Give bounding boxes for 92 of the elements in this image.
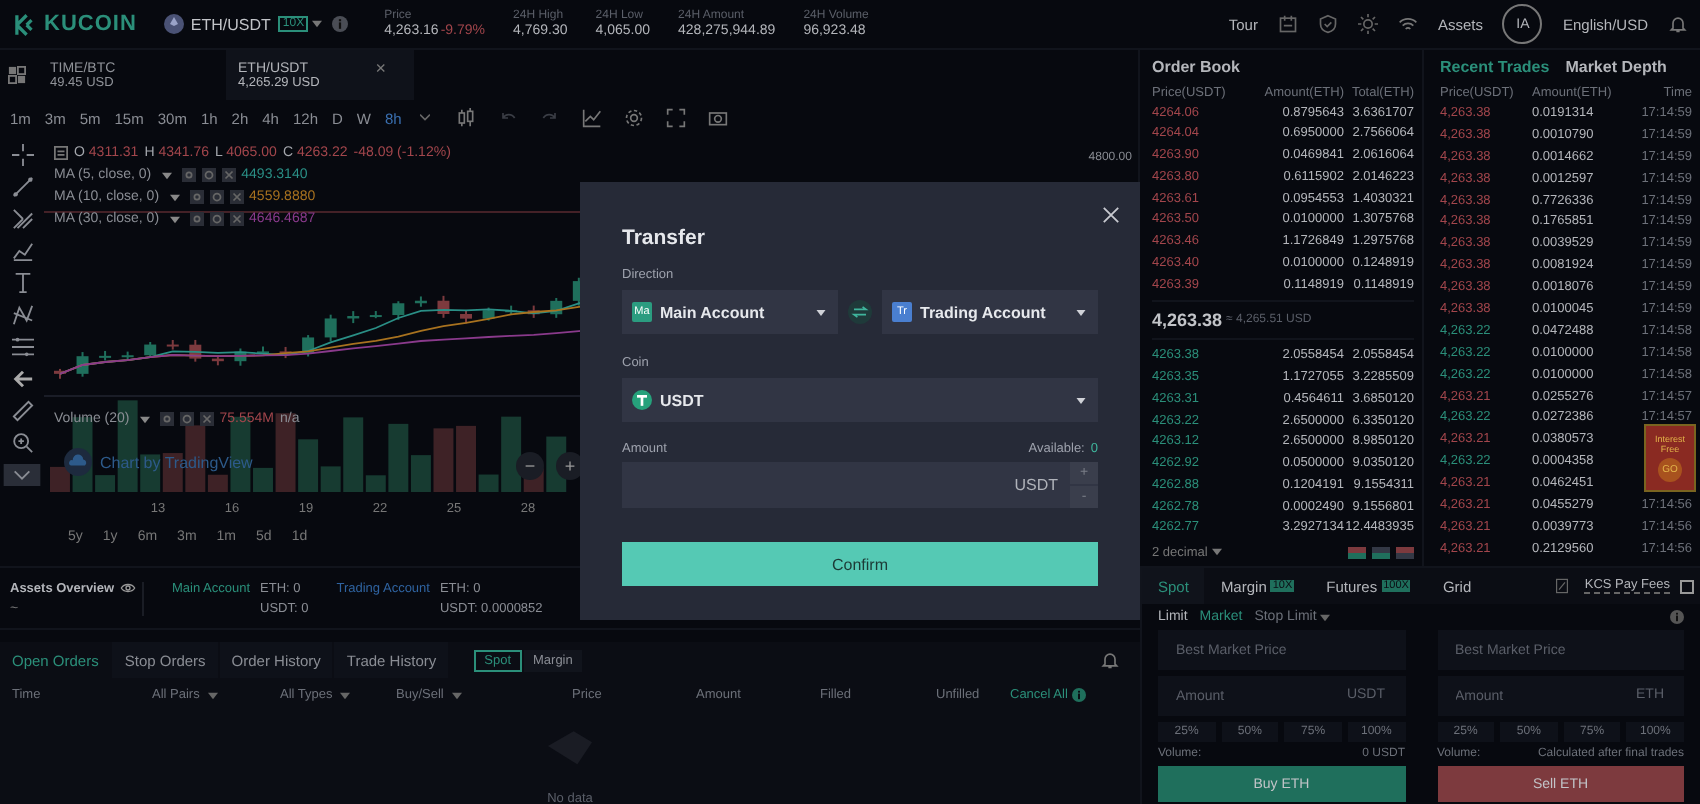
caret-icon xyxy=(451,691,462,699)
candle xyxy=(347,310,360,325)
asks-only-icon[interactable] xyxy=(1396,545,1414,560)
caret-icon[interactable] xyxy=(169,215,180,223)
candle xyxy=(144,341,157,359)
percent-icon[interactable] xyxy=(1556,578,1569,594)
settings-icon[interactable] xyxy=(179,412,194,426)
caret-icon[interactable] xyxy=(169,193,180,201)
coin-icon xyxy=(164,14,185,34)
settings-icon[interactable] xyxy=(209,190,224,204)
panel-tab[interactable]: Recent Trades xyxy=(1440,58,1550,76)
candlestick-icon[interactable] xyxy=(455,108,476,128)
caret-icon xyxy=(1076,309,1086,315)
ruler-icon[interactable] xyxy=(11,400,33,422)
caret-icon[interactable] xyxy=(1211,548,1222,557)
caret-icon[interactable] xyxy=(161,171,172,179)
collapse-icon[interactable] xyxy=(54,146,68,160)
settings-icon[interactable] xyxy=(623,108,644,128)
zoom-icon[interactable] xyxy=(11,432,33,454)
candle xyxy=(324,313,337,343)
caret-icon xyxy=(207,691,218,699)
eye-icon[interactable] xyxy=(159,412,174,426)
eye-icon[interactable] xyxy=(189,212,204,226)
confirm-button[interactable]: Confirm xyxy=(622,542,1098,586)
wifi-icon[interactable] xyxy=(1397,14,1418,34)
candle xyxy=(302,334,315,358)
caret-icon[interactable] xyxy=(139,415,150,423)
panel-tab[interactable]: Market Depth xyxy=(1565,58,1667,76)
fib-icon[interactable] xyxy=(11,336,33,358)
info-icon[interactable] xyxy=(1071,688,1086,702)
candle xyxy=(76,351,89,378)
logo[interactable]: KUCOIN xyxy=(44,12,137,36)
last-price: 4,263.38 xyxy=(1152,309,1223,330)
caret-icon xyxy=(816,309,826,315)
both-sides-icon[interactable] xyxy=(1348,545,1366,560)
text-tool-icon[interactable] xyxy=(11,272,33,294)
settings-icon[interactable] xyxy=(209,212,224,226)
candle xyxy=(369,310,382,320)
caret-icon xyxy=(1076,397,1086,403)
candle xyxy=(414,295,427,308)
candle xyxy=(437,294,450,319)
bids-only-icon[interactable] xyxy=(1372,545,1390,560)
pitchfork-icon[interactable] xyxy=(11,208,33,230)
candle xyxy=(257,345,269,356)
document-icon[interactable] xyxy=(1277,14,1298,34)
bell-icon[interactable] xyxy=(1100,650,1120,670)
candle xyxy=(527,304,540,319)
candle xyxy=(392,300,405,321)
candle xyxy=(189,338,202,363)
candle xyxy=(482,306,495,322)
trend-line-icon[interactable] xyxy=(11,176,33,198)
pattern-icon[interactable] xyxy=(11,304,33,326)
bell-icon[interactable] xyxy=(1668,14,1688,34)
candle xyxy=(550,297,563,319)
swap-icon[interactable] xyxy=(848,300,872,324)
candle xyxy=(166,339,179,351)
candle xyxy=(460,309,472,325)
caret-icon xyxy=(340,691,351,699)
coin-select[interactable]: USDT xyxy=(622,378,1098,422)
eye-icon[interactable] xyxy=(120,582,137,594)
candle xyxy=(54,367,66,380)
candle xyxy=(279,345,292,360)
unit-label: USDT xyxy=(1014,476,1058,494)
eye-icon[interactable] xyxy=(181,168,196,182)
checkbox[interactable] xyxy=(1680,579,1694,593)
candle xyxy=(99,349,112,362)
layout-icon[interactable] xyxy=(8,66,26,84)
candle xyxy=(505,304,518,317)
brush-icon[interactable] xyxy=(11,240,33,262)
dialog-title: Transfer xyxy=(622,226,707,250)
line-chart-icon[interactable] xyxy=(581,108,602,128)
cloud-logo-icon xyxy=(64,448,92,476)
collapse-icon[interactable] xyxy=(0,464,44,486)
sun-icon[interactable] xyxy=(1357,14,1378,34)
info-icon[interactable] xyxy=(332,16,349,32)
panel-title: Order Book xyxy=(1152,55,1243,80)
coin-icon xyxy=(632,390,652,410)
candle xyxy=(234,347,247,367)
logo-icon xyxy=(12,11,38,37)
settings-icon[interactable] xyxy=(201,168,216,182)
pair-selector[interactable]: ETH/USDT xyxy=(190,15,271,33)
fullscreen-icon[interactable] xyxy=(665,108,686,128)
arrow-icon[interactable] xyxy=(11,368,33,390)
crosshair-icon[interactable] xyxy=(11,144,33,166)
caret-icon[interactable] xyxy=(312,20,323,28)
candle xyxy=(211,354,224,367)
info-icon[interactable] xyxy=(1670,610,1684,624)
candle xyxy=(121,350,134,362)
camera-icon[interactable] xyxy=(707,108,728,128)
eye-icon[interactable] xyxy=(189,190,204,204)
caret-icon[interactable] xyxy=(419,114,430,122)
shield-icon[interactable] xyxy=(1317,14,1338,34)
